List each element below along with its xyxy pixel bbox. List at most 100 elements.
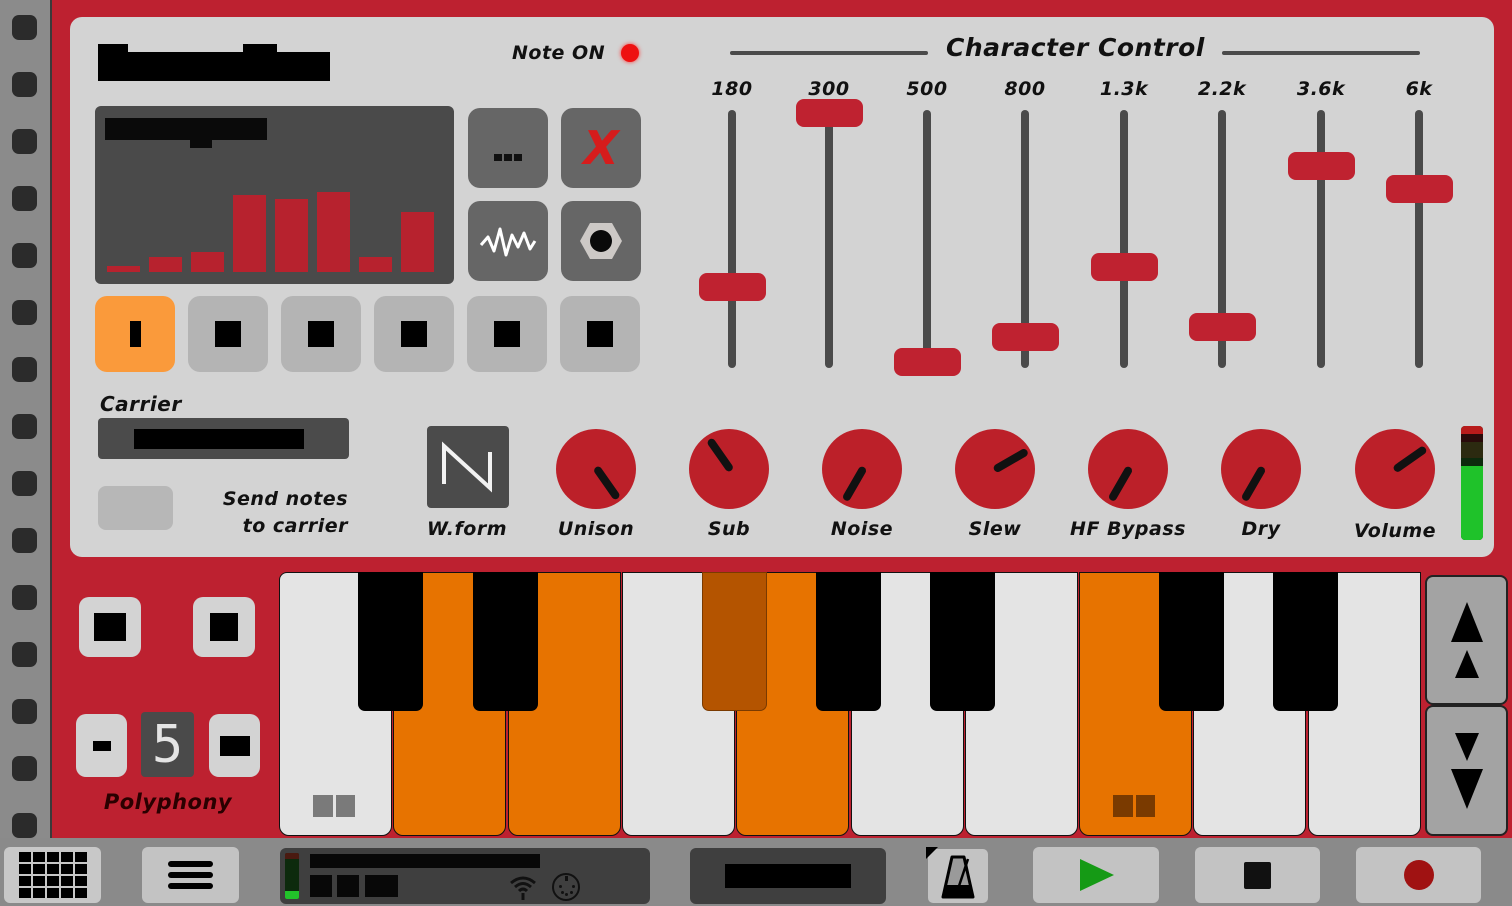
knob-indicator (1107, 465, 1134, 503)
display-label-redacted-tail (190, 134, 212, 148)
knob-dry[interactable] (1221, 429, 1301, 509)
knob-indicator (1240, 465, 1267, 503)
knob-hf-bypass[interactable] (1088, 429, 1168, 509)
eq-slider-track[interactable] (923, 110, 931, 368)
preset-slot-2[interactable] (188, 296, 268, 372)
eq-slider-track[interactable] (825, 110, 833, 368)
rail-hole (12, 186, 37, 211)
carrier-select[interactable] (98, 418, 349, 459)
rail-hole (12, 129, 37, 154)
eq-band-label: 800 (1004, 78, 1046, 100)
knob-label: Unison (557, 518, 635, 540)
eq-slider-track[interactable] (1415, 110, 1423, 368)
knob-indicator (992, 447, 1030, 474)
eq-band-label: 500 (906, 78, 948, 100)
more-options-button[interactable] (468, 108, 548, 188)
metronome-button[interactable] (926, 847, 988, 903)
black-key[interactable] (1159, 572, 1224, 711)
preset-slot-5[interactable] (467, 296, 547, 372)
hamburger-menu-icon (168, 856, 213, 894)
double-chevron-up-icon (1450, 602, 1483, 642)
waveform-label: W.form (426, 518, 507, 540)
eq-band-label: 2.2k (1197, 78, 1247, 100)
knob-sub[interactable] (689, 429, 769, 509)
rail-hole (12, 15, 37, 40)
eq-slider-thumb[interactable] (894, 348, 961, 377)
eq-slider-thumb[interactable] (1189, 313, 1256, 342)
eq-band-label: 6k (1405, 78, 1433, 100)
send-notes-to-carrier-toggle[interactable] (98, 486, 173, 530)
rail-hole (12, 243, 37, 268)
knob-label: HF Bypass (1070, 518, 1186, 540)
black-key[interactable] (816, 572, 881, 711)
grid-icon (18, 852, 87, 898)
eq-band-label: 3.6k (1296, 78, 1346, 100)
preset-slot-6[interactable] (560, 296, 640, 372)
note-on-indicator-led (621, 44, 639, 62)
menu-button[interactable] (142, 847, 239, 903)
eq-slider-thumb[interactable] (992, 323, 1059, 352)
stop-icon (1244, 861, 1271, 889)
status-level-meter (285, 853, 299, 899)
rail-hole (12, 528, 37, 553)
preset-slot-3[interactable] (281, 296, 361, 372)
close-button[interactable]: X (561, 108, 641, 188)
eq-slider-track[interactable] (728, 110, 736, 368)
polyphony-decrement-button[interactable] (76, 714, 127, 777)
display-bar (275, 199, 308, 272)
knob-unison[interactable] (556, 429, 636, 509)
grid-view-button[interactable] (4, 847, 101, 903)
left-function-button-2[interactable] (193, 597, 255, 657)
slot-marker (129, 321, 141, 347)
chevron-down-large-icon (1450, 768, 1483, 809)
black-key[interactable] (358, 572, 423, 711)
rail-hole (12, 357, 37, 382)
close-x-icon: X (583, 121, 619, 175)
slot-marker (308, 321, 334, 347)
black-key[interactable] (930, 572, 995, 711)
rail-hole (12, 585, 37, 610)
waveform-select-button[interactable] (427, 426, 509, 508)
section-divider-left (730, 51, 928, 55)
octave-down-button[interactable] (1425, 705, 1508, 836)
slot-marker (215, 321, 241, 347)
octave-c-marker (313, 795, 355, 817)
octave-up-button[interactable] (1425, 575, 1508, 705)
preset-slot-1[interactable] (95, 296, 175, 372)
preset-slot-4[interactable] (374, 296, 454, 372)
play-button[interactable] (1033, 847, 1159, 903)
song-name-button[interactable] (690, 848, 886, 904)
connection-settings-button[interactable] (561, 201, 641, 281)
knob-noise[interactable] (822, 429, 902, 509)
eq-slider-thumb[interactable] (1288, 151, 1355, 180)
rail-hole (12, 72, 37, 97)
waveform-view-button[interactable] (468, 201, 548, 281)
rail-hole (12, 471, 37, 496)
transport-status-display[interactable] (280, 848, 650, 904)
black-key[interactable] (473, 572, 538, 711)
stop-button[interactable] (1195, 847, 1320, 903)
eq-slider-thumb[interactable] (1091, 252, 1158, 281)
eq-slider-thumb[interactable] (1386, 174, 1453, 203)
redacted-title-text (98, 52, 330, 81)
display-bar (359, 257, 392, 272)
eq-slider-track[interactable] (1317, 110, 1325, 368)
midi-din-icon (552, 873, 580, 901)
slot-marker (587, 321, 613, 347)
chevron-up-small-icon (1454, 650, 1479, 678)
eq-slider-thumb[interactable] (796, 99, 863, 127)
record-button[interactable] (1356, 847, 1481, 903)
polyphony-increment-button[interactable] (209, 714, 260, 777)
sawtooth-wave-icon (442, 441, 492, 493)
black-key[interactable] (1273, 572, 1338, 711)
slot-marker (494, 321, 520, 347)
carrier-label: Carrier (100, 392, 182, 416)
left-function-button-1[interactable] (79, 597, 141, 657)
knob-slew[interactable] (955, 429, 1035, 509)
play-icon (1080, 859, 1114, 891)
knob-volume[interactable] (1355, 429, 1435, 509)
black-key[interactable] (702, 572, 767, 711)
song-name-redacted (725, 864, 851, 888)
eq-slider-thumb[interactable] (699, 272, 766, 301)
eq-slider-track[interactable] (1120, 110, 1128, 368)
